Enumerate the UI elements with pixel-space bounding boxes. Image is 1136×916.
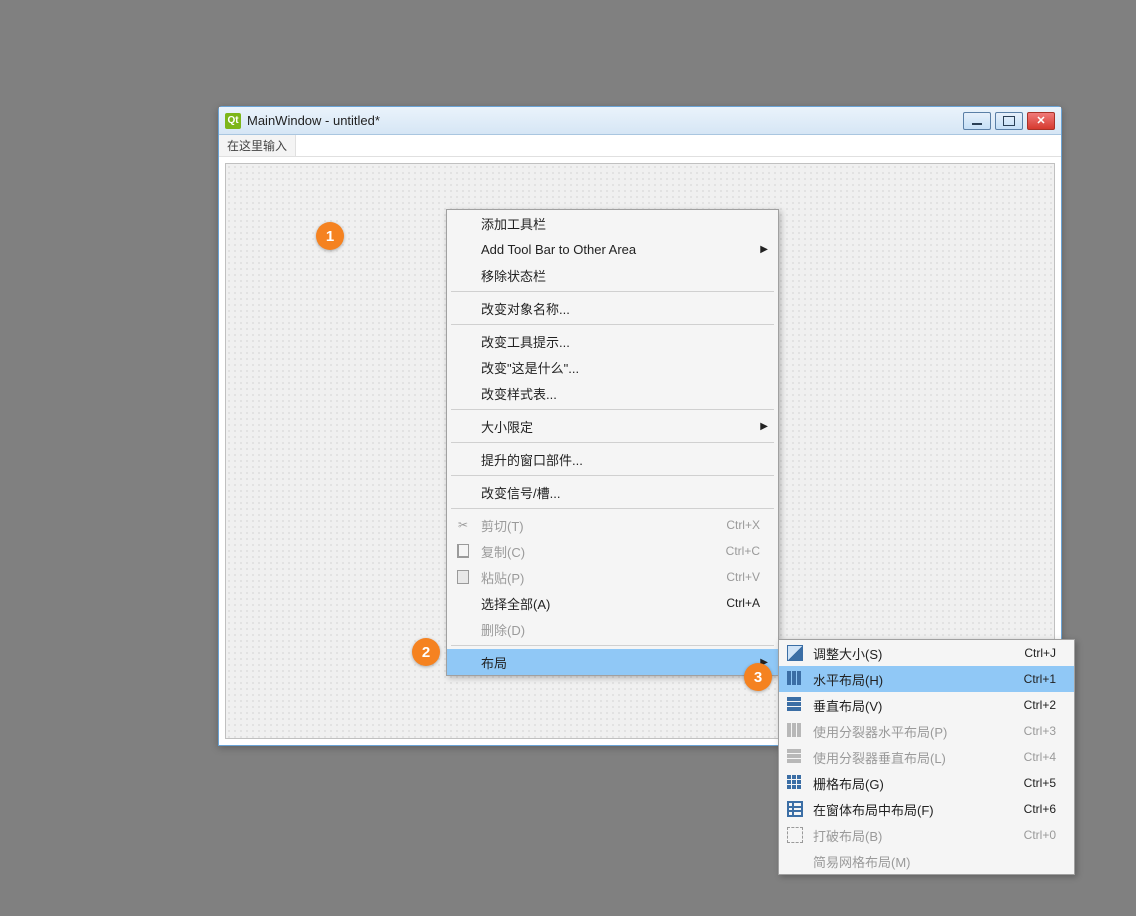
ctx-label: 移除状态栏	[481, 266, 546, 285]
sub-adjust-size[interactable]: 调整大小(S) Ctrl+J	[779, 640, 1074, 666]
scissors-icon	[455, 517, 471, 533]
shortcut: Ctrl+V	[726, 570, 760, 584]
sub-label: 栅格布局(G)	[813, 774, 884, 793]
form-icon	[787, 801, 803, 817]
sub-label: 简易网格布局(M)	[813, 852, 911, 871]
sub-splitter-horizontal: 使用分裂器水平布局(P) Ctrl+3	[779, 718, 1074, 744]
ctx-change-object-name[interactable]: 改变对象名称...	[447, 295, 778, 321]
menubar-placeholder[interactable]: 在这里输入	[219, 135, 296, 156]
ctx-size-constraints[interactable]: 大小限定 ▶	[447, 413, 778, 439]
hbox-icon	[787, 671, 803, 687]
sub-horizontal-layout[interactable]: 水平布局(H) Ctrl+1	[779, 666, 1074, 692]
ctx-cut: 剪切(T) Ctrl+X	[447, 512, 778, 538]
sub-label: 打破布局(B)	[813, 826, 882, 845]
ctx-label: 添加工具栏	[481, 214, 546, 233]
ctx-label: 剪切(T)	[481, 516, 524, 535]
ctx-copy: 复制(C) Ctrl+C	[447, 538, 778, 564]
sub-label: 在窗体布局中布局(F)	[813, 800, 934, 819]
ctx-add-toolbar-other[interactable]: Add Tool Bar to Other Area ▶	[447, 236, 778, 262]
sub-splitter-vertical: 使用分裂器垂直布局(L) Ctrl+4	[779, 744, 1074, 770]
ctx-label: 布局	[481, 653, 507, 672]
sub-vertical-layout[interactable]: 垂直布局(V) Ctrl+2	[779, 692, 1074, 718]
ctx-label: 改变工具提示...	[481, 332, 570, 351]
ctx-delete: 删除(D)	[447, 616, 778, 642]
ctx-promoted-widgets[interactable]: 提升的窗口部件...	[447, 446, 778, 472]
ctx-label: 复制(C)	[481, 542, 525, 561]
ctx-label: 提升的窗口部件...	[481, 450, 583, 469]
shortcut: Ctrl+1	[1024, 672, 1056, 686]
sub-label: 使用分裂器水平布局(P)	[813, 722, 947, 741]
copy-icon	[455, 543, 471, 559]
shortcut: Ctrl+A	[726, 596, 760, 610]
sub-break-layout: 打破布局(B) Ctrl+0	[779, 822, 1074, 848]
grid-icon	[787, 775, 803, 791]
separator	[451, 645, 774, 646]
sub-form-layout[interactable]: 在窗体布局中布局(F) Ctrl+6	[779, 796, 1074, 822]
shortcut: Ctrl+2	[1024, 698, 1056, 712]
submenu-arrow-icon: ▶	[760, 244, 768, 255]
ctx-change-stylesheet[interactable]: 改变样式表...	[447, 380, 778, 406]
ctx-label: 改变"这是什么"...	[481, 358, 579, 377]
ctx-change-signals-slots[interactable]: 改变信号/槽...	[447, 479, 778, 505]
hsplitter-icon	[787, 723, 803, 739]
submenu-arrow-icon: ▶	[760, 421, 768, 432]
ctx-label: 改变信号/槽...	[481, 483, 560, 502]
ctx-change-whatsthis[interactable]: 改变"这是什么"...	[447, 354, 778, 380]
break-icon	[787, 827, 803, 843]
separator	[451, 508, 774, 509]
qt-icon: Qt	[225, 113, 241, 129]
ctx-layout[interactable]: 布局▶	[447, 649, 778, 675]
sub-simplify-grid: 简易网格布局(M)	[779, 848, 1074, 874]
ctx-label: 改变对象名称...	[481, 299, 570, 318]
shortcut: Ctrl+3	[1024, 724, 1056, 738]
layout-submenu: 调整大小(S) Ctrl+J 水平布局(H) Ctrl+1 垂直布局(V) Ctrl+…	[778, 639, 1075, 875]
ctx-remove-statusbar[interactable]: 移除状态栏	[447, 262, 778, 288]
separator	[451, 475, 774, 476]
shortcut: Ctrl+4	[1024, 750, 1056, 764]
shortcut: Ctrl+5	[1024, 776, 1056, 790]
separator	[451, 442, 774, 443]
callout-1: 1	[316, 222, 344, 250]
menubar[interactable]: 在这里输入	[219, 135, 1061, 157]
window-title: MainWindow - untitled*	[247, 113, 957, 128]
vsplitter-icon	[787, 749, 803, 765]
separator	[451, 291, 774, 292]
sub-label: 使用分裂器垂直布局(L)	[813, 748, 946, 767]
ctx-label: Add Tool Bar to Other Area	[481, 242, 636, 257]
shortcut: Ctrl+C	[726, 544, 760, 558]
ctx-select-all[interactable]: 选择全部(A) Ctrl+A	[447, 590, 778, 616]
titlebar[interactable]: Qt MainWindow - untitled*	[219, 107, 1061, 135]
ctx-add-toolbar[interactable]: 添加工具栏	[447, 210, 778, 236]
resize-icon	[787, 645, 803, 661]
shortcut: Ctrl+J	[1024, 646, 1056, 660]
separator	[451, 409, 774, 410]
close-button[interactable]	[1027, 112, 1055, 130]
sub-grid-layout[interactable]: 栅格布局(G) Ctrl+5	[779, 770, 1074, 796]
minimize-button[interactable]	[963, 112, 991, 130]
callout-2: 2	[412, 638, 440, 666]
ctx-paste: 粘贴(P) Ctrl+V	[447, 564, 778, 590]
ctx-label: 改变样式表...	[481, 384, 557, 403]
ctx-label: 粘贴(P)	[481, 568, 524, 587]
context-menu: 添加工具栏 Add Tool Bar to Other Area▶ 移除状态栏 …	[446, 209, 779, 676]
shortcut: Ctrl+0	[1024, 828, 1056, 842]
shortcut: Ctrl+X	[726, 518, 760, 532]
shortcut: Ctrl+6	[1024, 802, 1056, 816]
paste-icon	[455, 569, 471, 585]
sub-label: 垂直布局(V)	[813, 696, 882, 715]
sub-label: 调整大小(S)	[813, 644, 882, 663]
callout-3: 3	[744, 663, 772, 691]
ctx-change-tooltip[interactable]: 改变工具提示...	[447, 328, 778, 354]
ctx-label: 选择全部(A)	[481, 594, 550, 613]
ctx-label: 删除(D)	[481, 620, 525, 639]
vbox-icon	[787, 697, 803, 713]
maximize-button[interactable]	[995, 112, 1023, 130]
separator	[451, 324, 774, 325]
ctx-label: 大小限定	[481, 417, 533, 436]
sub-label: 水平布局(H)	[813, 670, 883, 689]
